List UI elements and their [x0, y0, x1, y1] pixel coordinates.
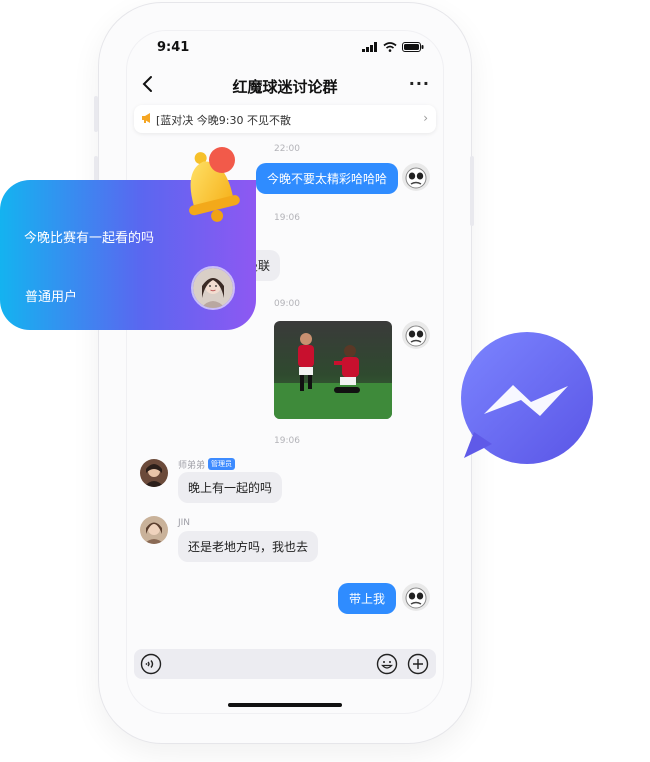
message-timestamp: 09:00 — [274, 299, 300, 309]
battery-icon — [402, 42, 424, 52]
admin-badge: 管理员 — [208, 458, 235, 470]
avatar-user[interactable] — [140, 459, 168, 487]
chat-screen: 9:41 红魔球迷讨论群 ··· [蓝对决 今晚9:30 不见不散 › 22:0… — [126, 30, 444, 714]
announcement-bar[interactable]: [蓝对决 今晚9:30 不见不散 › — [134, 105, 436, 133]
message-bubble-sent[interactable]: 今晚不要太精彩哈哈哈 — [256, 163, 399, 194]
status-icons — [362, 42, 424, 52]
message-bubble-sent[interactable]: 带上我 — [338, 583, 397, 614]
announcement-text: [蓝对决 今晚9:30 不见不散 — [156, 114, 291, 127]
status-time: 9:41 — [157, 40, 190, 55]
message-image[interactable] — [274, 321, 392, 419]
card-message-text: 今晚比赛有一起看的吗 — [24, 231, 155, 246]
phone-side-button — [470, 156, 474, 226]
message-bubble-received[interactable]: 还是老地方吗，我也去 — [178, 531, 319, 562]
megaphone-icon — [142, 113, 150, 123]
wifi-icon — [383, 42, 397, 52]
avatar-self[interactable] — [402, 583, 430, 611]
avatar-self[interactable] — [402, 163, 430, 191]
messenger-icon — [461, 332, 593, 464]
message-timestamp: 19:06 — [274, 213, 300, 223]
signal-icon — [362, 42, 377, 52]
sender-name: JIN — [178, 518, 191, 528]
chevron-right-icon: › — [423, 111, 428, 125]
avatar-self[interactable] — [402, 321, 430, 349]
more-icon[interactable]: ··· — [409, 74, 430, 93]
message-timestamp: 19:06 — [274, 436, 300, 446]
sender-name: 师弟弟 — [178, 461, 206, 471]
phone-side-button — [94, 96, 98, 132]
home-indicator[interactable] — [228, 703, 342, 707]
voice-icon[interactable] — [140, 653, 162, 675]
add-icon[interactable] — [407, 653, 429, 675]
card-avatar — [191, 266, 235, 310]
emoji-icon[interactable] — [376, 653, 398, 675]
bell-icon — [189, 147, 240, 222]
message-timestamp: 22:00 — [274, 144, 300, 154]
avatar-user[interactable] — [140, 516, 168, 544]
message-bubble-received[interactable]: 晚上有一起的吗 — [178, 472, 283, 503]
card-user-role: 普通用户 — [25, 290, 78, 305]
message-input-bar[interactable] — [134, 649, 436, 679]
page-title: 红魔球迷讨论群 — [232, 78, 338, 96]
